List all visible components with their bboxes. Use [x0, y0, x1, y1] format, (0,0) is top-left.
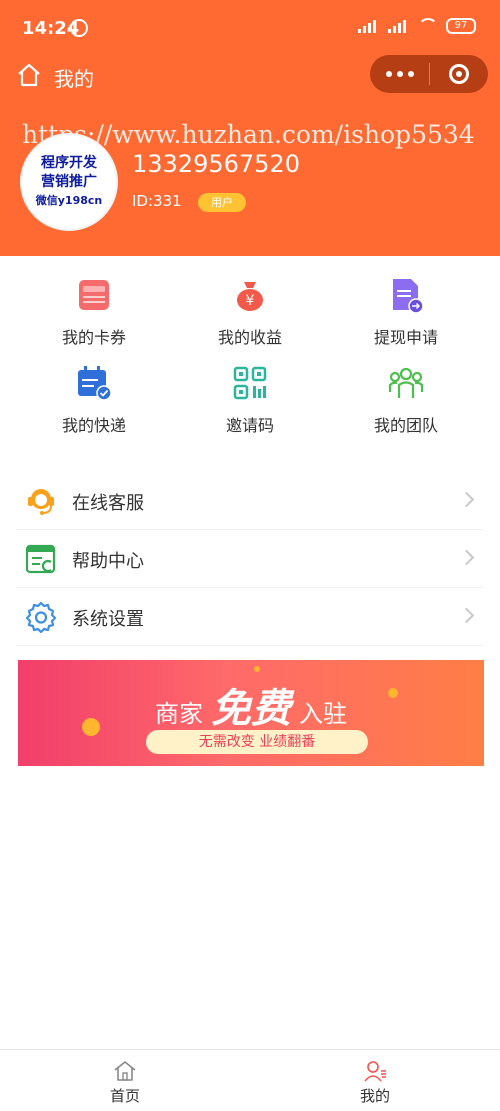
grid-item-coupons[interactable]: 我的卡券 [14, 276, 174, 348]
tab-home[interactable]: 首页 [0, 1050, 250, 1111]
mini-program-capsule [370, 55, 488, 93]
menu-label: 在线客服 [72, 493, 144, 514]
grid-item-withdraw[interactable]: 提现申请 [326, 276, 486, 348]
nav-bar: 我的 [0, 55, 500, 96]
tab-profile[interactable]: 我的 [250, 1050, 500, 1111]
grid-label: 我的卡券 [61, 328, 126, 347]
banner-slogan: 无需改变 业绩翻番 [146, 730, 368, 754]
qr-code-icon [233, 366, 267, 400]
role-badge: 用户 [198, 193, 246, 212]
chevron-right-icon [458, 491, 475, 508]
withdraw-document-icon [393, 279, 424, 314]
more-icon[interactable] [370, 55, 429, 93]
menu-item-customer-service[interactable]: 在线客服 [16, 472, 484, 530]
home-icon [114, 1061, 136, 1081]
signal-icon-2 [388, 19, 410, 33]
svg-text:¥: ¥ [246, 293, 255, 309]
menu-label: 帮助中心 [72, 551, 144, 572]
signal-icon [358, 19, 380, 33]
bottom-tab-bar: 首页 我的 [0, 1049, 500, 1111]
grid-item-invite-code[interactable]: 邀请码 [170, 364, 330, 436]
close-mini-program-icon[interactable] [430, 55, 488, 93]
user-phone: 13329567520 [132, 150, 300, 178]
status-bar: 14:24 97 [0, 0, 500, 56]
avatar-text-line3: 微信y198cn [35, 194, 103, 207]
banner-decoration [254, 666, 260, 672]
grid-label: 我的收益 [217, 328, 282, 347]
battery-icon: 97 [446, 18, 476, 34]
page-title: 我的 [54, 67, 94, 91]
alarm-icon [70, 19, 88, 37]
grid-label: 我的团队 [373, 416, 438, 435]
chevron-right-icon [458, 607, 475, 624]
card-coupon-icon [79, 280, 109, 310]
gear-icon [25, 601, 57, 634]
grid-item-earnings[interactable]: ¥ 我的收益 [170, 276, 330, 348]
menu-label: 系统设置 [72, 609, 144, 630]
grid-item-express[interactable]: 我的快递 [14, 364, 174, 436]
tab-label: 我的 [359, 1087, 390, 1105]
avatar[interactable]: 程序开发 营销推广 微信y198cn [20, 133, 118, 231]
merchant-join-banner[interactable]: 商家 免费 入驻 无需改变 业绩翻番 [18, 660, 484, 766]
status-indicators: 97 [358, 18, 476, 34]
grid-item-team[interactable]: 我的团队 [326, 364, 486, 436]
grid-label: 提现申请 [373, 328, 438, 347]
menu-item-help-center[interactable]: 帮助中心 [16, 530, 484, 588]
team-icon [388, 367, 424, 398]
grid-label: 我的快递 [61, 416, 126, 435]
help-document-icon [25, 544, 56, 574]
banner-word-join: 入驻 [299, 700, 347, 728]
avatar-text-line2: 营销推广 [41, 174, 97, 190]
chevron-right-icon [458, 549, 475, 566]
banner-title: 商家 免费 入驻 [18, 676, 484, 734]
headset-icon [28, 489, 54, 515]
banner-word-merchant: 商家 [155, 700, 203, 728]
tab-label: 首页 [109, 1087, 140, 1105]
user-id: ID:331 [132, 192, 182, 210]
menu-item-settings[interactable]: 系统设置 [16, 588, 484, 646]
money-bag-icon: ¥ [237, 282, 263, 311]
banner-word-free: 免费 [211, 686, 291, 732]
avatar-text-line1: 程序开发 [41, 155, 97, 171]
profile-icon [364, 1061, 386, 1082]
wifi-icon [418, 18, 438, 34]
profile-header: 14:24 97 我的 https://www.huzhan.com/ishop… [0, 0, 500, 256]
calendar-check-icon [78, 366, 112, 401]
home-icon[interactable] [16, 62, 42, 88]
grid-label: 邀请码 [225, 416, 274, 435]
